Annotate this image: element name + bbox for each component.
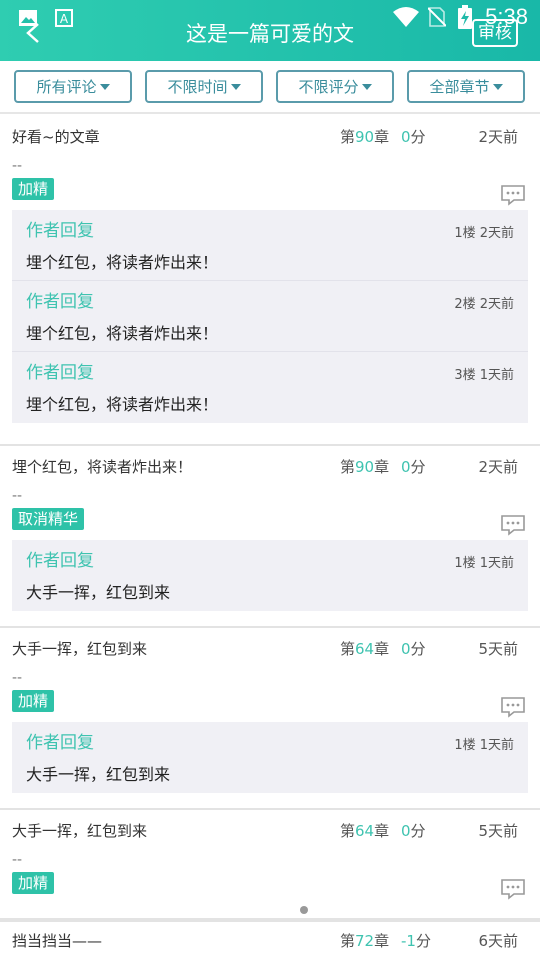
reply-item[interactable]: 作者回复 1楼 1天前 大手一挥，红包到来 [12, 722, 528, 793]
reply-list: 作者回复 1楼 1天前 大手一挥，红包到来 [12, 722, 528, 793]
feature-button[interactable]: 加精 [12, 872, 55, 894]
comment-text: 挡当挡当—— [12, 932, 103, 950]
review-button[interactable]: 审核 [472, 19, 518, 47]
scroll-indicator [300, 906, 308, 914]
comment-dash: -- [12, 158, 23, 174]
comment-chapter: 第72章 [340, 932, 390, 950]
comment-text: 埋个红包，将读者炸出来！ [12, 458, 193, 476]
reply-meta: 2楼 2天前 [454, 297, 514, 312]
filter-label: 所有评论 [36, 78, 97, 96]
reply-bubble-icon[interactable] [500, 514, 526, 536]
reply-meta: 1楼 1天前 [454, 556, 514, 571]
feature-button[interactable]: 加精 [12, 690, 55, 712]
reply-meta: 1楼 2天前 [454, 226, 514, 241]
reply-author: 作者回复 [26, 733, 94, 753]
reply-text: 埋个红包，将读者炸出来！ [26, 395, 219, 414]
feature-button[interactable]: 加精 [12, 178, 55, 200]
reply-item[interactable]: 作者回复 2楼 2天前 埋个红包，将读者炸出来！ [12, 281, 528, 352]
caret-down-icon [361, 83, 372, 90]
comment-score: 0分 [401, 458, 426, 476]
comment-item: 挡当挡当—— 第72章 -1分 6天前 [0, 920, 540, 960]
app-bar: A 5:38 这是一篇可爱的文 审核 [0, 0, 540, 61]
caret-down-icon [99, 83, 110, 90]
comment-date: 2天前 [478, 128, 518, 146]
filter-chapter-dropdown[interactable]: 全部章节 [407, 70, 525, 103]
reply-author: 作者回复 [26, 292, 94, 312]
reply-text: 大手一挥，红包到来 [26, 583, 171, 602]
reply-bubble-icon[interactable] [500, 696, 526, 718]
reply-list: 作者回复 1楼 1天前 大手一挥，红包到来 [12, 540, 528, 611]
comment-chapter: 第90章 [340, 128, 390, 146]
reply-item[interactable]: 作者回复 3楼 1天前 埋个红包，将读者炸出来！ [12, 352, 528, 423]
comment-score: 0分 [401, 128, 426, 146]
caret-down-icon [492, 83, 503, 90]
comment-date: 5天前 [478, 822, 518, 840]
reply-text: 埋个红包，将读者炸出来！ [26, 253, 219, 272]
comment-list: 好看~的文章 第90章 0分 2天前 -- 加精 作者回复 1楼 2天前 埋个红… [0, 116, 540, 920]
filter-score-dropdown[interactable]: 不限评分 [276, 70, 394, 103]
comment-chapter: 第64章 [340, 640, 390, 658]
filter-bar: 所有评论 不限时间 不限评分 全部章节 [0, 61, 540, 114]
comment-chapter: 第64章 [340, 822, 390, 840]
comment-dash: -- [12, 670, 23, 686]
filter-comments-dropdown[interactable]: 所有评论 [14, 70, 132, 103]
filter-label: 全部章节 [429, 78, 490, 96]
reply-text: 埋个红包，将读者炸出来！ [26, 324, 219, 343]
reply-author: 作者回复 [26, 551, 94, 571]
comment-item: 埋个红包，将读者炸出来！ 第90章 0分 2天前 -- 取消精华 作者回复 1楼… [0, 446, 540, 628]
reply-author: 作者回复 [26, 221, 94, 241]
comment-item: 大手一挥，红包到来 第64章 0分 5天前 -- 加精 作者回复 1楼 1天前 … [0, 628, 540, 810]
filter-label: 不限时间 [167, 78, 228, 96]
filter-label: 不限评分 [298, 78, 359, 96]
reply-author: 作者回复 [26, 363, 94, 383]
reply-bubble-icon[interactable] [500, 878, 526, 900]
comment-date: 6天前 [478, 932, 518, 950]
comment-text: 大手一挥，红包到来 [12, 640, 148, 658]
reply-meta: 1楼 1天前 [454, 738, 514, 753]
comment-text: 大手一挥，红包到来 [12, 822, 148, 840]
comment-score: 0分 [401, 640, 426, 658]
comment-score: 0分 [401, 822, 426, 840]
comment-text: 好看~的文章 [12, 128, 100, 146]
unfeature-button[interactable]: 取消精华 [12, 508, 85, 530]
filter-time-dropdown[interactable]: 不限时间 [145, 70, 263, 103]
comment-date: 2天前 [478, 458, 518, 476]
reply-bubble-icon[interactable] [500, 184, 526, 206]
reply-meta: 3楼 1天前 [454, 368, 514, 383]
comment-item: 好看~的文章 第90章 0分 2天前 -- 加精 作者回复 1楼 2天前 埋个红… [0, 116, 540, 446]
reply-item[interactable]: 作者回复 1楼 2天前 埋个红包，将读者炸出来！ [12, 210, 528, 281]
caret-down-icon [230, 83, 241, 90]
page-title: 这是一篇可爱的文 [186, 22, 354, 46]
comment-date: 5天前 [478, 640, 518, 658]
comment-chapter: 第90章 [340, 458, 390, 476]
comment-score: -1分 [401, 932, 431, 950]
reply-text: 大手一挥，红包到来 [26, 765, 171, 784]
comment-dash: -- [12, 852, 23, 868]
reply-item[interactable]: 作者回复 1楼 1天前 大手一挥，红包到来 [12, 540, 528, 611]
reply-list: 作者回复 1楼 2天前 埋个红包，将读者炸出来！ 作者回复 2楼 2天前 埋个红… [12, 210, 528, 423]
comment-dash: -- [12, 488, 23, 504]
comment-item: 大手一挥，红包到来 第64章 0分 5天前 -- 加精 [0, 810, 540, 920]
